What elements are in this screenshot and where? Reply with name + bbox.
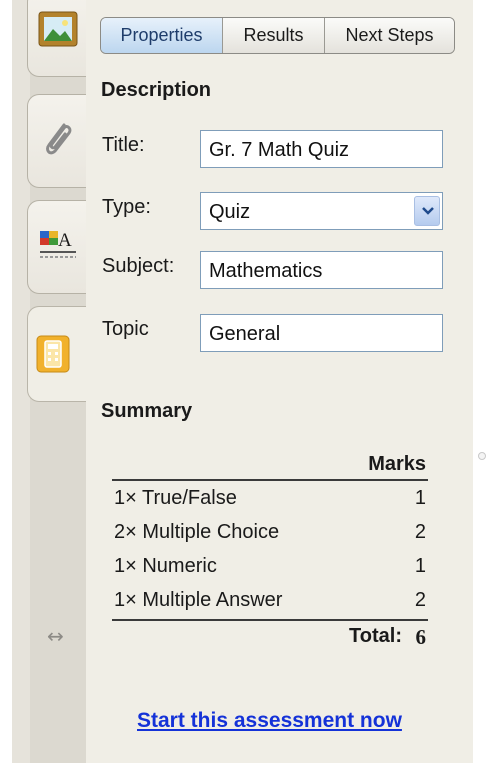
row-label: 1× Multiple Answer [114, 589, 283, 611]
image-icon [38, 11, 78, 47]
sidebar-tab-assessment[interactable] [27, 306, 90, 402]
type-label: Type: [102, 196, 151, 218]
tab-bar: Properties Results Next Steps [100, 17, 455, 54]
text-format-icon: A [40, 230, 76, 258]
description-heading: Description [101, 79, 212, 101]
sidebar-tab-text-format[interactable]: A [27, 200, 88, 294]
summary-total-row: Total: 6 [112, 621, 428, 651]
total-value: 6 [415, 625, 427, 649]
app-frame: A ↔ Properties Results Next Steps Descri… [0, 0, 487, 763]
svg-text:A: A [58, 230, 72, 251]
sidebar-tab-attachments[interactable] [27, 94, 88, 188]
resize-arrows-icon[interactable]: ↔ [47, 624, 64, 648]
start-assessment-link[interactable]: Start this assessment now [137, 709, 402, 733]
dropdown-button[interactable] [414, 196, 440, 226]
summary-table: Marks 1× True/False 1 2× Multiple Choice… [112, 448, 428, 651]
type-select-value: Quiz [209, 201, 251, 223]
tab-results[interactable]: Results [222, 18, 324, 53]
paperclip-icon [46, 123, 72, 155]
scroll-indicator[interactable] [478, 452, 486, 460]
row-marks: 2 [414, 589, 426, 611]
subject-label: Subject: [102, 255, 175, 277]
summary-heading: Summary [101, 400, 193, 422]
total-label: Total: [349, 625, 402, 647]
table-row: 2× Multiple Choice 2 [112, 515, 428, 549]
calculator-icon [36, 335, 70, 373]
summary-table-header: Marks [112, 448, 428, 481]
type-select[interactable]: Quiz [200, 192, 443, 230]
table-row: 1× Multiple Answer 2 [112, 583, 428, 617]
tab-properties[interactable]: Properties [101, 18, 222, 53]
row-marks: 2 [414, 521, 426, 543]
table-row: 1× Numeric 1 [112, 549, 428, 583]
title-label: Title: [102, 134, 145, 156]
topic-field[interactable]: General [200, 314, 443, 352]
row-label: 1× True/False [114, 487, 237, 509]
marks-header: Marks [368, 453, 426, 475]
table-row: 1× True/False 1 [112, 481, 428, 515]
title-field[interactable]: Gr. 7 Math Quiz [200, 130, 443, 168]
row-label: 1× Numeric [114, 555, 217, 577]
topic-label: Topic [102, 318, 149, 340]
subject-field[interactable]: Mathematics [200, 251, 443, 289]
row-marks: 1 [414, 487, 426, 509]
row-marks: 1 [414, 555, 426, 577]
panel-edge [473, 0, 487, 763]
chevron-down-icon [422, 207, 434, 215]
tab-next-steps[interactable]: Next Steps [324, 18, 454, 53]
row-label: 2× Multiple Choice [114, 521, 280, 543]
sidebar-tab-gallery[interactable] [27, 0, 88, 77]
